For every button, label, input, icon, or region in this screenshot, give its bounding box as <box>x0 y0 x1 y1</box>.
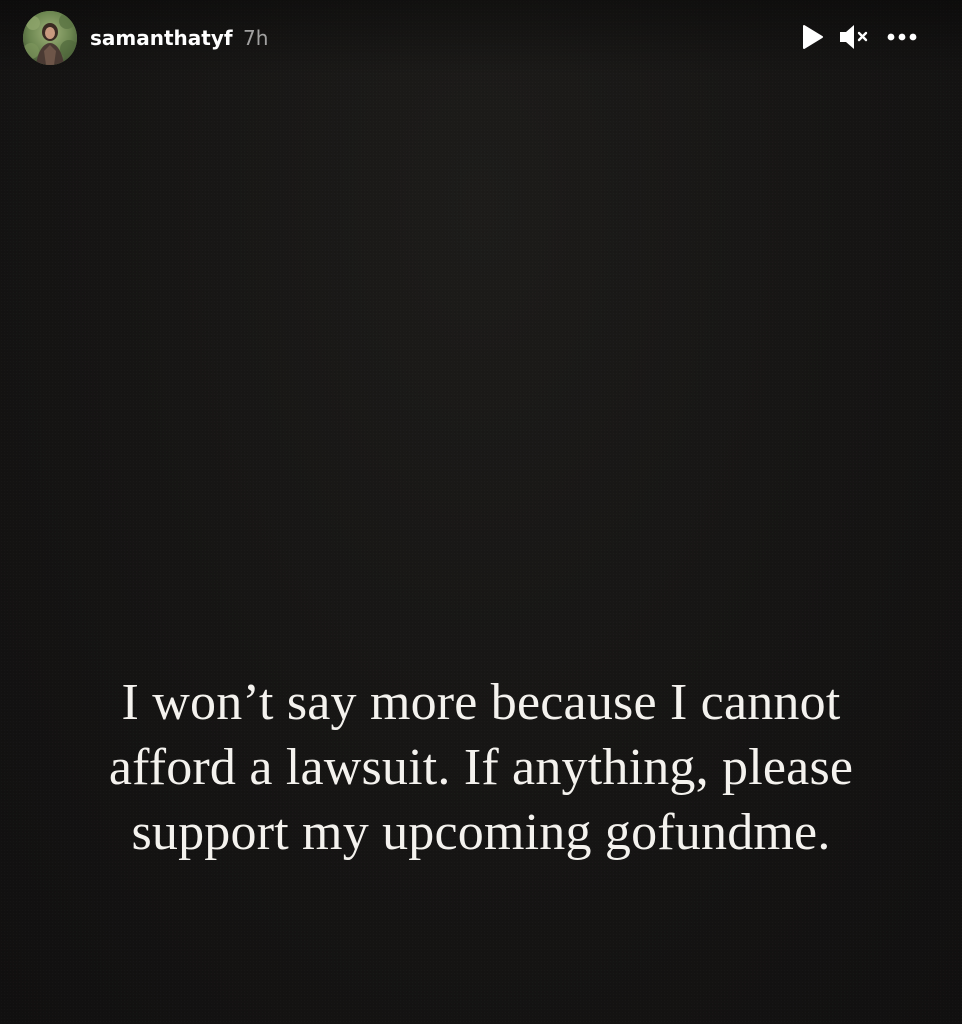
story-viewer: samanthatyf 7h I won’t say more because … <box>0 0 962 1024</box>
story-timestamp: 7h <box>243 26 269 50</box>
caption-line-3: support my upcoming gofundme. <box>131 804 831 861</box>
play-icon <box>803 25 823 49</box>
more-options-button[interactable] <box>882 18 922 56</box>
more-options-icon <box>887 33 917 41</box>
caption-line-2: afford a lawsuit. If anything, please <box>108 739 854 796</box>
avatar-photo <box>23 11 77 65</box>
mute-button[interactable] <box>834 18 874 56</box>
story-caption: I won’t say more because I cannot afford… <box>0 670 962 865</box>
username[interactable]: samanthatyf <box>90 24 233 52</box>
caption-line-1: I won’t say more because I cannot <box>121 674 841 731</box>
play-button[interactable] <box>796 18 830 56</box>
background-texture <box>0 0 962 1024</box>
story-header: samanthatyf 7h <box>0 0 962 76</box>
avatar[interactable] <box>23 11 77 65</box>
muted-speaker-icon <box>840 25 868 49</box>
